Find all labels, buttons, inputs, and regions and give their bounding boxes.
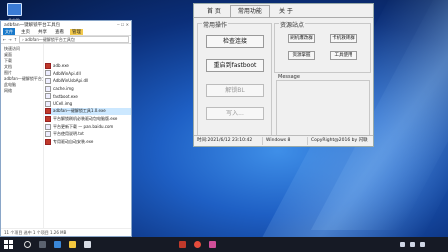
file-name: 专用驱动自动安装.exe	[53, 138, 94, 144]
exe-file-icon	[45, 138, 51, 145]
taskbar	[0, 237, 448, 252]
file-name: AdbWinUsbApi.dll	[53, 78, 89, 84]
text-file-icon	[45, 131, 51, 138]
status-os: Windows 8	[263, 137, 308, 145]
file-row[interactable]: AdbWinUsbApi.dll	[45, 77, 131, 85]
explorer-address-bar: ← → ↑ › adbfan一键解锁平台工具包	[1, 36, 131, 44]
status-time: 时间:2021/6/12 23:10:42	[194, 137, 263, 145]
exe-file-icon	[45, 62, 51, 69]
resource-button-rescue-group[interactable]: 卡机救砖群	[330, 34, 357, 43]
tab-about[interactable]: 关 于	[272, 6, 300, 17]
unlock-tool-taskbar-icon[interactable]	[179, 241, 186, 248]
file-name: adbfan一键解锁工具1.0.exe	[53, 108, 106, 114]
check-connection-button[interactable]: 检查连接	[206, 35, 264, 48]
reboot-fastboot-button[interactable]: 重启到fastboot	[206, 59, 264, 72]
resource-button-flash-group[interactable]: 刷机爆改群	[288, 34, 315, 43]
file-name: adb.exe	[53, 63, 69, 69]
img-file-icon	[45, 85, 51, 92]
resource-button-resources[interactable]: 资源掌握	[288, 51, 315, 60]
search-icon[interactable]	[24, 241, 31, 248]
file-name: 平台解锁刷机必装驱动包电脑版.exe	[53, 115, 118, 121]
app-file-icon	[45, 108, 51, 115]
dll-file-icon	[45, 70, 51, 77]
unlock-tool-window: 首 页 常用功能 关 于 常用操作 检查连接 重启到fastboot 解锁BL …	[193, 3, 374, 147]
app-status-bar: 时间:2021/6/12 23:10:42 Windows 8 CopyRigh…	[194, 135, 373, 146]
common-ops-group: 常用操作 检查连接 重启到fastboot 解锁BL 写入...	[197, 20, 272, 138]
unlock-bl-button[interactable]: 解锁BL	[206, 84, 264, 97]
task-view-icon[interactable]	[39, 241, 46, 248]
nav-item[interactable]: 网络	[1, 88, 43, 94]
file-name: 平台更新下载 — pan.baidu.com	[53, 123, 114, 129]
network-icon[interactable]	[410, 241, 415, 247]
flash-button[interactable]: 写入...	[206, 107, 264, 120]
tray-arrow-icon[interactable]	[400, 241, 405, 247]
exe-file-icon	[45, 93, 51, 100]
file-row[interactable]: AdbWinApi.dll	[45, 70, 131, 78]
explorer-body: 快速访问 桌面 下载 文档 图片 adbfan一键解锁平台工具包 此电脑 网络 …	[1, 44, 131, 229]
edge-icon[interactable]	[54, 241, 61, 248]
tab-common-functions[interactable]: 常用功能	[229, 5, 270, 17]
group-title: 常用操作	[202, 20, 229, 29]
file-row[interactable]: 平台更新下载 — pan.baidu.com	[45, 123, 131, 131]
file-explorer-window: adbfan一键解锁平台工具包 ─ ☐ ✕ 文件 主页 共享 查看 管理 ← →…	[0, 20, 132, 237]
explorer-status-bar: 11 个项目 选中 1 个项目 1.26 MB	[1, 228, 131, 236]
file-name: 平台使用说明.txt	[53, 131, 84, 137]
ribbon-tab-home[interactable]: 主页	[19, 29, 32, 35]
file-row[interactable]: cache.img	[45, 85, 131, 93]
explorer-nav-pane: 快速访问 桌面 下载 文档 图片 adbfan一键解锁平台工具包 此电脑 网络	[1, 44, 44, 229]
file-name: UCell.img	[53, 101, 73, 107]
address-path[interactable]: › adbfan一键解锁平台工具包	[19, 36, 129, 43]
clock[interactable]	[430, 240, 444, 248]
explorer-title: adbfan一键解锁平台工具包	[4, 22, 61, 28]
resource-button-tools[interactable]: 工具使用	[330, 51, 357, 60]
file-name: fastboot.exe	[53, 93, 78, 99]
img-file-icon	[45, 100, 51, 107]
computer-icon	[6, 3, 22, 16]
exe-file-icon	[45, 115, 51, 122]
explorer-titlebar: adbfan一键解锁平台工具包 ─ ☐ ✕	[1, 21, 131, 28]
file-row[interactable]: UCell.img	[45, 100, 131, 108]
group-title: 资源站点	[279, 20, 306, 29]
volume-icon[interactable]	[420, 241, 425, 247]
app-tab-bar: 首 页 常用功能 关 于	[194, 4, 373, 18]
file-row[interactable]: 平台使用说明.txt	[45, 130, 131, 138]
resource-sites-group: 资源站点 刷机爆改群 卡机救砖群 资源掌握 工具使用	[274, 20, 371, 73]
record-icon[interactable]	[194, 241, 201, 248]
ribbon-tab-view[interactable]: 查看	[53, 29, 66, 35]
dll-file-icon	[45, 77, 51, 84]
tab-home[interactable]: 首 页	[200, 6, 228, 17]
app-icon[interactable]	[209, 241, 216, 248]
forward-icon[interactable]: →	[8, 37, 11, 42]
file-row-selected[interactable]: adbfan一键解锁工具1.0.exe	[45, 107, 131, 116]
message-box[interactable]	[276, 80, 370, 136]
file-row[interactable]: fastboot.exe	[45, 92, 131, 100]
explorer-ribbon: 文件 主页 共享 查看 管理	[1, 27, 131, 36]
ribbon-tab-manage[interactable]: 管理	[70, 28, 83, 35]
file-name: cache.img	[53, 86, 74, 92]
file-list: adb.exe AdbWinApi.dll AdbWinUsbApi.dll c…	[45, 44, 131, 229]
back-icon[interactable]: ←	[3, 37, 6, 42]
windows-start-icon[interactable]	[4, 240, 14, 249]
store-icon[interactable]	[84, 241, 91, 248]
system-tray	[400, 240, 444, 248]
link-file-icon	[45, 123, 51, 130]
file-row[interactable]: 专用驱动自动安装.exe	[45, 138, 131, 146]
status-copyright: CopyRight@2016 by 闪联	[311, 138, 368, 143]
file-name: AdbWinApi.dll	[53, 70, 81, 76]
window-controls[interactable]: ─ ☐ ✕	[117, 22, 129, 27]
ribbon-tab-file[interactable]: 文件	[3, 27, 15, 36]
ribbon-tab-share[interactable]: 共享	[36, 29, 49, 35]
file-row[interactable]: 平台解锁刷机必装驱动包电脑版.exe	[45, 115, 131, 123]
up-icon[interactable]: ↑	[14, 37, 17, 42]
file-row[interactable]: adb.exe	[45, 62, 131, 70]
folder-icon[interactable]	[69, 241, 76, 248]
